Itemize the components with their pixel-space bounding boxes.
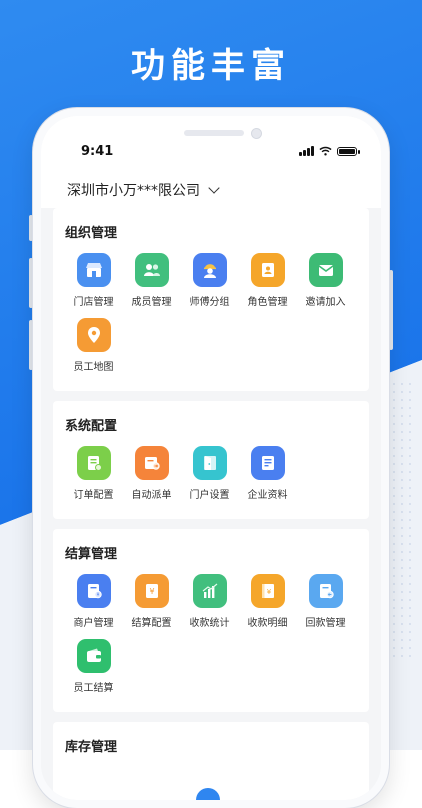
status-time: 9:41 xyxy=(81,144,114,159)
function-label: 商户管理 xyxy=(73,618,114,629)
function-list: 组织管理 门店管理 成员管理 师傅分组 角色管理 邀请加入 员工地图 系统配置 … xyxy=(53,208,369,800)
auto-dispatch-icon xyxy=(134,446,169,480)
portal-door-icon xyxy=(192,446,227,480)
section-card: 结算管理 ¥ 商户管理 ¥ 结算配置 收款统计 ¥ 收款明细 回款管理 员工结算 xyxy=(53,529,369,712)
function-item-invite[interactable]: 邀请加入 xyxy=(297,253,354,308)
members-icon xyxy=(134,253,169,287)
section-title: 结算管理 xyxy=(65,547,118,562)
refund-icon xyxy=(308,574,343,608)
function-grid: 订单配置 自动派单 门户设置 企业资料 xyxy=(65,446,357,511)
function-label: 角色管理 xyxy=(247,297,288,308)
function-label: 师傅分组 xyxy=(189,297,230,308)
company-name: 深圳市小万***限公司 xyxy=(67,183,200,199)
function-label: 结算配置 xyxy=(131,618,172,629)
section-title: 组织管理 xyxy=(65,226,118,241)
wifi-icon xyxy=(319,146,332,156)
function-item-order-config[interactable]: 订单配置 xyxy=(65,446,122,501)
function-label: 自动派单 xyxy=(131,490,172,501)
function-item-members[interactable]: 成员管理 xyxy=(123,253,180,308)
function-item-merchant[interactable]: ¥ 商户管理 xyxy=(65,574,122,629)
receipt-detail-icon: ¥ xyxy=(250,574,285,608)
function-item-role[interactable]: 角色管理 xyxy=(239,253,296,308)
function-label: 门店管理 xyxy=(73,297,114,308)
company-doc-icon xyxy=(250,446,285,480)
app-screen: 9:41 深圳市小万***限公司 组织管理 门店管理 成员管理 师傅分组 角色管… xyxy=(41,116,381,800)
wallet-icon xyxy=(76,639,111,673)
function-item-staff-map[interactable]: 员工地图 xyxy=(65,318,122,373)
phone-speaker xyxy=(184,130,244,136)
function-label: 回款管理 xyxy=(305,618,346,629)
function-grid: 门店管理 成员管理 师傅分组 角色管理 邀请加入 员工地图 xyxy=(65,253,357,383)
function-label: 收款统计 xyxy=(189,618,230,629)
function-item-collection-detail[interactable]: ¥ 收款明细 xyxy=(239,574,296,629)
svg-text:¥: ¥ xyxy=(149,587,154,596)
svg-text:¥: ¥ xyxy=(266,588,271,596)
function-label: 员工地图 xyxy=(73,362,114,373)
function-label: 邀请加入 xyxy=(305,297,346,308)
function-item-store[interactable]: 门店管理 xyxy=(65,253,122,308)
role-card-icon xyxy=(250,253,285,287)
battery-icon xyxy=(337,147,360,156)
order-config-icon xyxy=(76,446,111,480)
function-item-portal[interactable]: 门户设置 xyxy=(181,446,238,501)
function-item-refund[interactable]: 回款管理 xyxy=(297,574,354,629)
hero-title: 功能丰富 xyxy=(131,46,291,86)
function-item-company-info[interactable]: 企业资料 xyxy=(239,446,296,501)
function-item-auto-dispatch[interactable]: 自动派单 xyxy=(123,446,180,501)
function-item-worker-group[interactable]: 师傅分组 xyxy=(181,253,238,308)
function-grid: ¥ 商户管理 ¥ 结算配置 收款统计 ¥ 收款明细 回款管理 员工结算 xyxy=(65,574,357,704)
invite-mail-icon xyxy=(308,253,343,287)
function-label: 收款明细 xyxy=(247,618,288,629)
function-label: 订单配置 xyxy=(73,490,114,501)
function-label: 门户设置 xyxy=(189,490,230,501)
section-title: 库存管理 xyxy=(65,740,118,755)
phone-frame: 9:41 深圳市小万***限公司 组织管理 门店管理 成员管理 师傅分组 角色管… xyxy=(33,108,389,808)
stats-chart-icon xyxy=(192,574,227,608)
store-icon xyxy=(76,253,111,287)
section-card: 系统配置 订单配置 自动派单 门户设置 企业资料 xyxy=(53,401,369,519)
tabbar-home-icon[interactable] xyxy=(196,788,220,800)
function-item-staff-settlement[interactable]: 员工结算 xyxy=(65,639,122,694)
merchant-icon: ¥ xyxy=(76,574,111,608)
signal-icon xyxy=(299,146,314,156)
function-label: 企业资料 xyxy=(247,490,288,501)
company-selector[interactable]: 深圳市小万***限公司 xyxy=(67,180,220,200)
function-item-settlement-config[interactable]: ¥ 结算配置 xyxy=(123,574,180,629)
chevron-down-icon xyxy=(208,182,220,194)
phone-camera xyxy=(251,128,262,139)
worker-icon xyxy=(192,253,227,287)
section-card: 组织管理 门店管理 成员管理 师傅分组 角色管理 邀请加入 员工地图 xyxy=(53,208,369,391)
function-item-collection-stats[interactable]: 收款统计 xyxy=(181,574,238,629)
map-pin-icon xyxy=(76,318,111,352)
settlement-config-icon: ¥ xyxy=(134,574,169,608)
function-label: 员工结算 xyxy=(73,683,114,694)
phone-power-button xyxy=(389,270,393,350)
section-title: 系统配置 xyxy=(65,419,118,434)
function-label: 成员管理 xyxy=(131,297,172,308)
svg-text:¥: ¥ xyxy=(96,592,99,597)
status-icons xyxy=(299,146,360,156)
